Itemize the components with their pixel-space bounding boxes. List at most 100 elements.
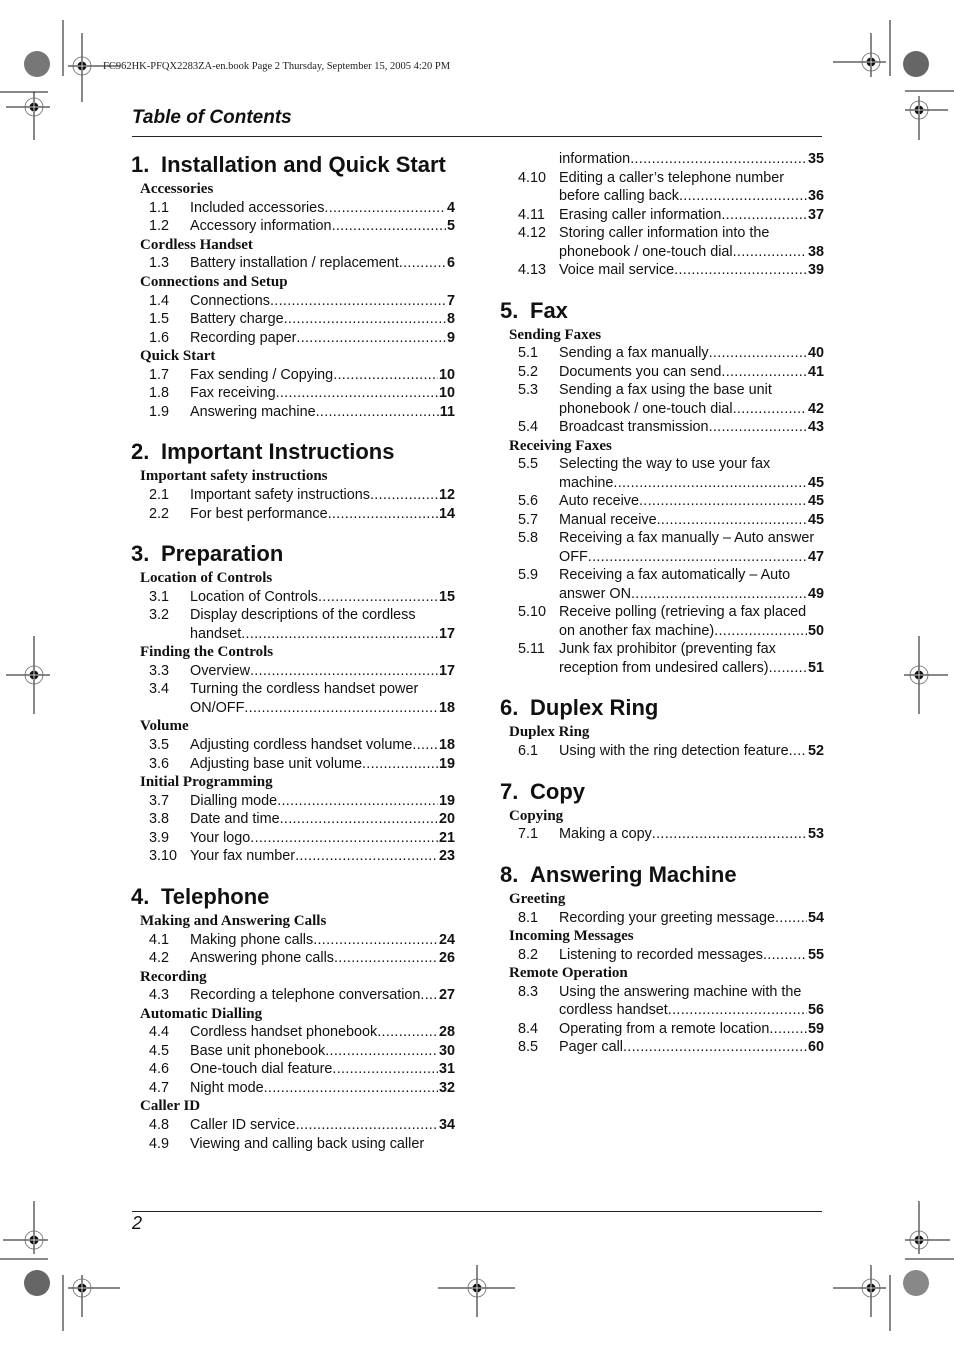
- toc-page-number[interactable]: 17: [438, 662, 455, 681]
- toc-entry[interactable]: 1.4 Connections 7: [131, 292, 455, 311]
- toc-page-number[interactable]: 45: [807, 511, 824, 530]
- toc-page-number[interactable]: 8: [446, 310, 455, 329]
- toc-page-number[interactable]: 34: [438, 1116, 455, 1135]
- toc-page-number[interactable]: 30: [438, 1042, 455, 1061]
- toc-page-number[interactable]: 18: [438, 736, 455, 755]
- toc-page-number[interactable]: 51: [807, 659, 824, 678]
- toc-entry[interactable]: 4.2 Answering phone calls 26: [131, 949, 455, 968]
- toc-page-number[interactable]: 10: [438, 366, 455, 385]
- toc-page-number[interactable]: 35: [807, 150, 824, 169]
- toc-page-number[interactable]: 4: [446, 199, 455, 218]
- toc-page-number[interactable]: 42: [807, 400, 824, 419]
- toc-entry-continued[interactable]: information 35: [500, 150, 824, 169]
- toc-page-number[interactable]: 36: [807, 187, 824, 206]
- toc-page-number[interactable]: 53: [807, 825, 824, 844]
- toc-page-number[interactable]: 12: [438, 486, 455, 505]
- toc-entry[interactable]: 5.8 Receiving a fax manually – Auto answe…: [500, 529, 824, 566]
- toc-entry[interactable]: 1.5 Battery charge 8: [131, 310, 455, 329]
- toc-page-number[interactable]: 43: [807, 418, 824, 437]
- toc-page-number[interactable]: 27: [438, 986, 455, 1005]
- toc-page-number[interactable]: 7: [446, 292, 455, 311]
- toc-entry[interactable]: 1.8 Fax receiving 10: [131, 384, 455, 403]
- toc-entry[interactable]: 4.5 Base unit phonebook 30: [131, 1042, 455, 1061]
- toc-page-number[interactable]: 39: [807, 261, 824, 280]
- toc-page-number[interactable]: 45: [807, 492, 824, 511]
- toc-entry[interactable]: 1.2 Accessory information 5: [131, 217, 455, 236]
- toc-entry[interactable]: 5.1 Sending a fax manually 40: [500, 344, 824, 363]
- toc-page-number[interactable]: 15: [438, 588, 455, 607]
- toc-page-number[interactable]: 19: [438, 792, 455, 811]
- toc-entry[interactable]: 5.11 Junk fax prohibitor (preventing fax r…: [500, 640, 824, 677]
- toc-entry[interactable]: 4.8 Caller ID service 34: [131, 1116, 455, 1135]
- toc-page-number[interactable]: 60: [807, 1038, 824, 1057]
- toc-page-number[interactable]: 9: [446, 329, 455, 348]
- toc-page-number[interactable]: 21: [438, 829, 455, 848]
- toc-entry[interactable]: 3.8 Date and time 20: [131, 810, 455, 829]
- toc-page-number[interactable]: 20: [438, 810, 455, 829]
- toc-entry[interactable]: 3.5 Adjusting cordless handset volume 18: [131, 736, 455, 755]
- toc-entry[interactable]: 4.4 Cordless handset phonebook 28: [131, 1023, 455, 1042]
- toc-entry[interactable]: 3.2 Display descriptions of the cordless h…: [131, 606, 455, 643]
- toc-page-number[interactable]: 26: [438, 949, 455, 968]
- toc-page-number[interactable]: 31: [438, 1060, 455, 1079]
- toc-entry[interactable]: 4.7 Night mode 32: [131, 1079, 455, 1098]
- toc-entry[interactable]: 2.2 For best performance 14: [131, 505, 455, 524]
- toc-entry[interactable]: 8.4 Operating from a remote location 59: [500, 1020, 824, 1039]
- toc-entry[interactable]: 5.3 Sending a fax using the base unit phon…: [500, 381, 824, 418]
- toc-entry[interactable]: 8.3 Using the answering machine with the c…: [500, 983, 824, 1020]
- toc-entry[interactable]: 1.7 Fax sending / Copying 10: [131, 366, 455, 385]
- toc-page-number[interactable]: 18: [438, 699, 455, 718]
- toc-page-number[interactable]: 56: [807, 1001, 824, 1020]
- toc-page-number[interactable]: 52: [807, 742, 824, 761]
- toc-page-number[interactable]: 55: [807, 946, 824, 965]
- toc-entry[interactable]: 3.9 Your logo 21: [131, 829, 455, 848]
- toc-entry[interactable]: 1.1 Included accessories 4: [131, 199, 455, 218]
- toc-page-number[interactable]: 11: [439, 403, 455, 422]
- toc-page-number[interactable]: 28: [438, 1023, 455, 1042]
- toc-page-number[interactable]: 41: [807, 363, 824, 382]
- toc-entry[interactable]: 8.2 Listening to recorded messages 55: [500, 946, 824, 965]
- toc-page-number[interactable]: 54: [807, 909, 824, 928]
- toc-entry[interactable]: 5.10 Receive polling (retrieving a fax pl…: [500, 603, 824, 640]
- toc-page-number[interactable]: 45: [807, 474, 824, 493]
- toc-entry[interactable]: 3.7 Dialling mode 19: [131, 792, 455, 811]
- toc-entry[interactable]: 3.10 Your fax number 23: [131, 847, 455, 866]
- toc-entry[interactable]: 5.6 Auto receive 45: [500, 492, 824, 511]
- toc-page-number[interactable]: 50: [807, 622, 824, 641]
- toc-entry[interactable]: 2.1 Important safety instructions 12: [131, 486, 455, 505]
- toc-page-number[interactable]: 23: [438, 847, 455, 866]
- toc-page-number[interactable]: 47: [807, 548, 824, 567]
- toc-entry[interactable]: 1.3 Battery installation / replacement 6: [131, 254, 455, 273]
- toc-entry[interactable]: 8.5 Pager call 60: [500, 1038, 824, 1057]
- toc-entry[interactable]: 4.10 Editing a caller’s telephone number b…: [500, 169, 824, 206]
- toc-entry[interactable]: 3.6 Adjusting base unit volume 19: [131, 755, 455, 774]
- toc-entry[interactable]: 5.2 Documents you can send 41: [500, 363, 824, 382]
- toc-page-number[interactable]: 38: [807, 243, 824, 262]
- toc-page-number[interactable]: 14: [438, 505, 455, 524]
- toc-entry[interactable]: 8.1 Recording your greeting message 54: [500, 909, 824, 928]
- toc-entry[interactable]: 1.6 Recording paper 9: [131, 329, 455, 348]
- toc-page-number[interactable]: 5: [446, 217, 455, 236]
- toc-entry[interactable]: 3.1 Location of Controls 15: [131, 588, 455, 607]
- toc-page-number[interactable]: 40: [807, 344, 824, 363]
- toc-entry[interactable]: 4.11 Erasing caller information 37: [500, 206, 824, 225]
- toc-entry[interactable]: 5.4 Broadcast transmission 43: [500, 418, 824, 437]
- toc-page-number[interactable]: 17: [438, 625, 455, 644]
- toc-entry[interactable]: 3.4 Turning the cordless handset power ON/…: [131, 680, 455, 717]
- toc-entry[interactable]: 5.5 Selecting the way to use your fax mach…: [500, 455, 824, 492]
- toc-entry[interactable]: 5.7 Manual receive 45: [500, 511, 824, 530]
- toc-entry[interactable]: 6.1 Using with the ring detection feature…: [500, 742, 824, 761]
- toc-entry[interactable]: 4.1 Making phone calls 24: [131, 931, 455, 950]
- toc-page-number[interactable]: 49: [807, 585, 824, 604]
- toc-entry[interactable]: 4.9 Viewing and calling back using caller: [131, 1135, 455, 1154]
- toc-entry[interactable]: 4.3 Recording a telephone conversation 27: [131, 986, 455, 1005]
- toc-entry[interactable]: 4.13 Voice mail service 39: [500, 261, 824, 280]
- toc-entry[interactable]: 4.12 Storing caller information into the p…: [500, 224, 824, 261]
- toc-entry[interactable]: 5.9 Receiving a fax automatically – Auto a…: [500, 566, 824, 603]
- toc-entry[interactable]: 3.3 Overview 17: [131, 662, 455, 681]
- toc-page-number[interactable]: 10: [438, 384, 455, 403]
- toc-entry[interactable]: 4.6 One-touch dial feature 31: [131, 1060, 455, 1079]
- toc-page-number[interactable]: 32: [438, 1079, 455, 1098]
- toc-page-number[interactable]: 59: [807, 1020, 824, 1039]
- toc-page-number[interactable]: 6: [446, 254, 455, 273]
